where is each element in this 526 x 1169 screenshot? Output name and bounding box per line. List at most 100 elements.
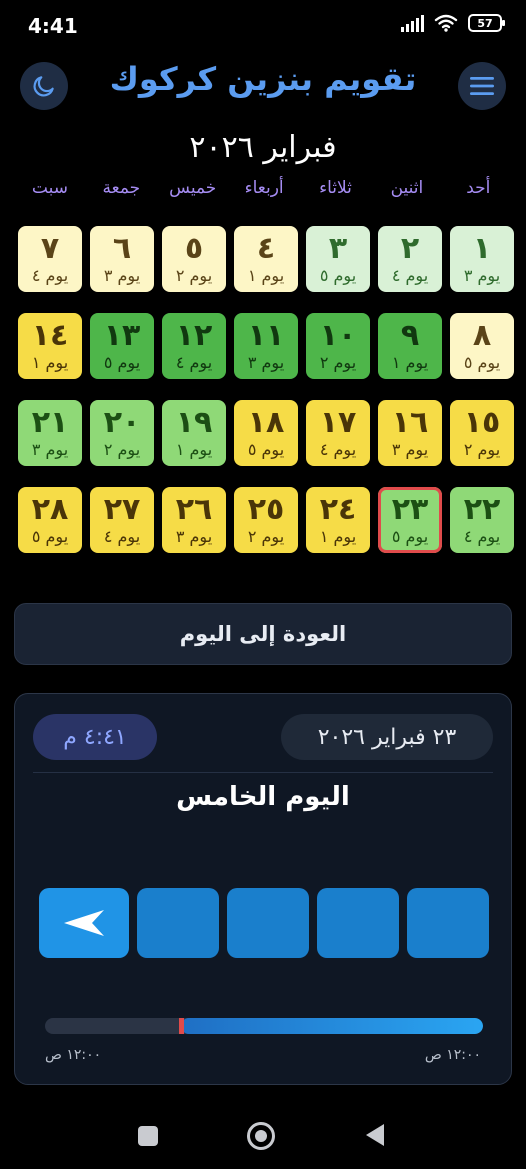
calendar-day[interactable]: ٦ يوم ٣ — [90, 226, 154, 292]
calendar-day[interactable]: ٨ يوم ٥ — [450, 313, 514, 379]
weekday-sat: سبت — [31, 178, 68, 198]
calendar-day[interactable]: ٢ يوم ٤ — [378, 226, 442, 292]
calendar-day[interactable]: ١٨ يوم ٥ — [234, 400, 298, 466]
day-cycle-label: يوم ٤ — [175, 353, 213, 372]
day-progress-track — [45, 1018, 483, 1034]
hamburger-menu-icon — [470, 77, 494, 95]
day-number: ٢٣ — [391, 492, 429, 527]
day-cycle-label: يوم ٣ — [175, 527, 213, 546]
calendar-day[interactable]: ٢٠ يوم ٢ — [90, 400, 154, 466]
calendar-day[interactable]: ٢٥ يوم ٢ — [234, 487, 298, 553]
day-slots — [39, 888, 489, 958]
status-bar: 4:41 57 — [0, 0, 526, 52]
card-divider — [33, 772, 493, 773]
calendar-grid: ١ يوم ٣ ٢ يوم ٤ ٣ يوم ٥ ٤ يوم ١ ٥ يوم ٢ ٦ يوم ٣ ٧ يوم… — [14, 226, 514, 553]
signal-icon — [401, 14, 424, 32]
day-number: ٢٠ — [103, 405, 141, 440]
day-cycle-label: يوم ١ — [247, 266, 285, 285]
calendar-day[interactable]: ١٤ يوم ١ — [18, 313, 82, 379]
calendar-day[interactable]: ٢٤ يوم ١ — [306, 487, 370, 553]
day-slot — [137, 888, 219, 958]
day-cycle-label: يوم ١ — [175, 440, 213, 459]
recents-icon[interactable] — [138, 1126, 158, 1146]
day-number: ٢١ — [31, 405, 69, 440]
day-cycle-label: يوم ٤ — [103, 527, 141, 546]
calendar-day[interactable]: ٢٧ يوم ٤ — [90, 487, 154, 553]
wifi-icon — [434, 14, 458, 32]
day-cycle-label: يوم ٣ — [247, 353, 285, 372]
calendar-day[interactable]: ١٥ يوم ٢ — [450, 400, 514, 466]
send-arrow-icon — [64, 910, 104, 936]
day-number: ٧ — [40, 231, 60, 266]
day-slot-current — [39, 888, 129, 958]
day-number: ١ — [472, 231, 492, 266]
weekday-mon: اثنين — [390, 178, 424, 198]
calendar-day[interactable]: ١٠ يوم ٢ — [306, 313, 370, 379]
day-progress-marker — [179, 1018, 184, 1034]
day-number: ٢٧ — [103, 492, 141, 527]
calendar-day[interactable]: ١٩ يوم ١ — [162, 400, 226, 466]
day-cycle-label: يوم ٢ — [319, 353, 357, 372]
home-icon[interactable] — [247, 1122, 275, 1150]
day-number: ١٦ — [391, 405, 429, 440]
day-slot — [407, 888, 489, 958]
day-number: ١٠ — [319, 318, 357, 353]
calendar-day[interactable]: ١٣ يوم ٥ — [90, 313, 154, 379]
date-pill: ٢٣ فبراير ٢٠٢٦ — [281, 714, 493, 760]
day-cycle-label: يوم ٤ — [391, 266, 429, 285]
day-cycle-label: يوم ٢ — [175, 266, 213, 285]
system-nav-bar — [0, 1110, 526, 1162]
time-pill: ٤:٤١ م — [33, 714, 157, 760]
day-cycle-label: يوم ٤ — [319, 440, 357, 459]
day-number: ١٣ — [103, 318, 141, 353]
day-cycle-label: يوم ٢ — [103, 440, 141, 459]
progress-start-label: ١٢:٠٠ ص — [45, 1047, 102, 1063]
weekday-sun: أحد — [466, 178, 491, 198]
calendar-day[interactable]: ١٦ يوم ٣ — [378, 400, 442, 466]
calendar-day[interactable]: ٣ يوم ٥ — [306, 226, 370, 292]
back-to-today-button[interactable]: العودة إلى اليوم — [14, 603, 512, 665]
day-slot — [317, 888, 399, 958]
day-label: اليوم الخامس — [176, 782, 350, 812]
calendar-day[interactable]: ٤ يوم ١ — [234, 226, 298, 292]
weekday-fri: جمعة — [102, 178, 141, 198]
day-cycle-label: يوم ٥ — [247, 440, 285, 459]
day-cycle-label: يوم ٥ — [31, 527, 69, 546]
calendar-day-today[interactable]: ٢٣ يوم ٥ — [378, 487, 442, 553]
calendar-day[interactable]: ١٧ يوم ٤ — [306, 400, 370, 466]
day-number: ٢٢ — [463, 492, 501, 527]
menu-button[interactable] — [458, 62, 506, 110]
battery-icon: 57 — [468, 14, 505, 32]
back-icon[interactable] — [366, 1124, 384, 1146]
status-icons: 57 — [401, 14, 505, 32]
day-cycle-label: يوم ٢ — [463, 440, 501, 459]
calendar-day[interactable]: ٢٦ يوم ٣ — [162, 487, 226, 553]
day-cycle-label: يوم ١ — [319, 527, 357, 546]
calendar-day[interactable]: ١ يوم ٣ — [450, 226, 514, 292]
day-cycle-label: يوم ١ — [31, 353, 69, 372]
calendar-day[interactable]: ٩ يوم ١ — [378, 313, 442, 379]
calendar-day[interactable]: ١١ يوم ٣ — [234, 313, 298, 379]
day-number: ١٢ — [175, 318, 213, 353]
calendar-day[interactable]: ٧ يوم ٤ — [18, 226, 82, 292]
weekday-thu: خميس — [169, 178, 217, 198]
day-cycle-label: يوم ٥ — [319, 266, 357, 285]
day-number: ٦ — [112, 231, 132, 266]
weekday-header: أحد اثنين ثلاثاء أربعاء خميس جمعة سبت — [14, 178, 514, 198]
day-cycle-label: يوم ٥ — [463, 353, 501, 372]
calendar-day[interactable]: ٢٢ يوم ٤ — [450, 487, 514, 553]
day-cycle-label: يوم ١ — [391, 353, 429, 372]
day-cycle-label: يوم ٣ — [463, 266, 501, 285]
day-cycle-label: يوم ٥ — [103, 353, 141, 372]
day-number: ٢٦ — [175, 492, 213, 527]
day-progress-fill — [181, 1018, 483, 1034]
calendar-day[interactable]: ٢٨ يوم ٥ — [18, 487, 82, 553]
day-number: ٢٥ — [247, 492, 285, 527]
status-time: 4:41 — [28, 14, 78, 38]
calendar-day[interactable]: ٥ يوم ٢ — [162, 226, 226, 292]
day-cycle-label: يوم ٤ — [463, 527, 501, 546]
calendar-day[interactable]: ٢١ يوم ٣ — [18, 400, 82, 466]
calendar-day[interactable]: ١٢ يوم ٤ — [162, 313, 226, 379]
day-cycle-label: يوم ٥ — [391, 527, 429, 546]
theme-toggle-button[interactable] — [20, 62, 68, 110]
